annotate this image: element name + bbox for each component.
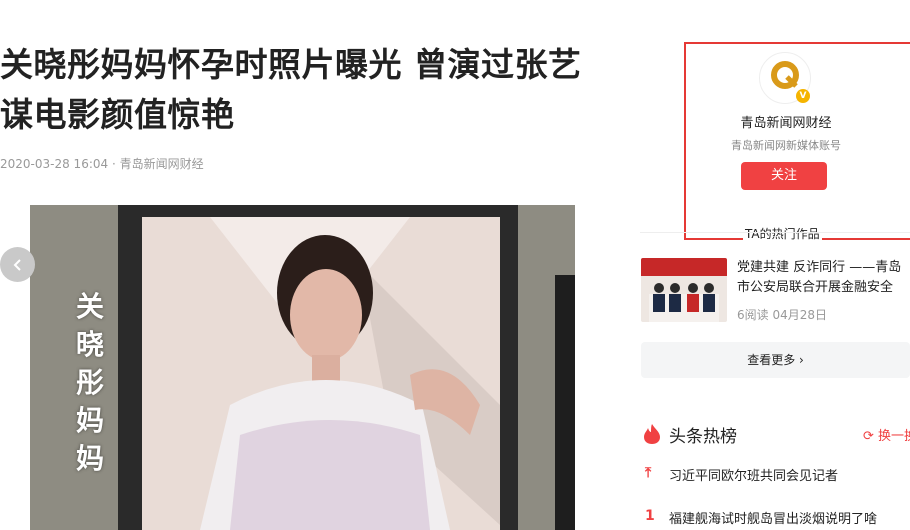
photo-caption: 关晓彤妈妈 (75, 290, 104, 475)
author-card: V 青岛新闻网财经 青岛新闻网新媒体账号 关注 TA的热门作品 (684, 42, 910, 242)
verified-badge-icon: V (796, 89, 810, 103)
hot-item-rank: 1 (645, 508, 655, 524)
hot-list-header: 头条热榜 ⟳ 换一换 (641, 422, 910, 447)
hot-list-item[interactable]: ⤒ 习近平同欧尔班共同会见记者 (641, 465, 910, 487)
view-more-button[interactable]: 查看更多 › (641, 342, 910, 378)
previous-image-button[interactable] (0, 247, 35, 282)
refresh-button[interactable]: ⟳ 换一换 (863, 425, 910, 444)
hot-item-text: 福建舰海试时舰岛冒出淡烟说明了啥 (669, 512, 878, 527)
related-news-thumbnail[interactable] (641, 258, 727, 322)
article-meta: 2020-03-28 16:04 · 青岛新闻网财经 (0, 157, 204, 171)
hot-list-title: 头条热榜 (669, 427, 737, 447)
related-news-title[interactable]: 党建共建 反诈同行 ——青岛市公安局联合开展金融安全 (737, 258, 910, 298)
refresh-icon: ⟳ (863, 429, 874, 444)
article-title: 关晓彤妈妈怀孕时照片曝光 曾演过张艺谋电影颜值惊艳 (0, 45, 582, 134)
hot-list-item[interactable]: 1 福建舰海试时舰岛冒出淡烟说明了啥 (641, 508, 910, 530)
author-description: 青岛新闻网新媒体账号 (731, 139, 841, 152)
hot-works-label: TA的热门作品 (743, 225, 822, 242)
related-news-meta: 6阅读 04月28日 (737, 308, 827, 322)
refresh-label: 换一换 (878, 429, 910, 444)
hot-item-text: 习近平同欧尔班共同会见记者 (669, 469, 839, 484)
follow-button[interactable]: 关注 (741, 162, 827, 190)
flame-icon (644, 424, 660, 444)
author-name[interactable]: 青岛新闻网财经 (686, 112, 886, 131)
article-photo (30, 205, 575, 530)
chevron-left-icon (13, 258, 21, 271)
pin-top-icon: ⤒ (645, 465, 652, 481)
divider (640, 232, 910, 233)
